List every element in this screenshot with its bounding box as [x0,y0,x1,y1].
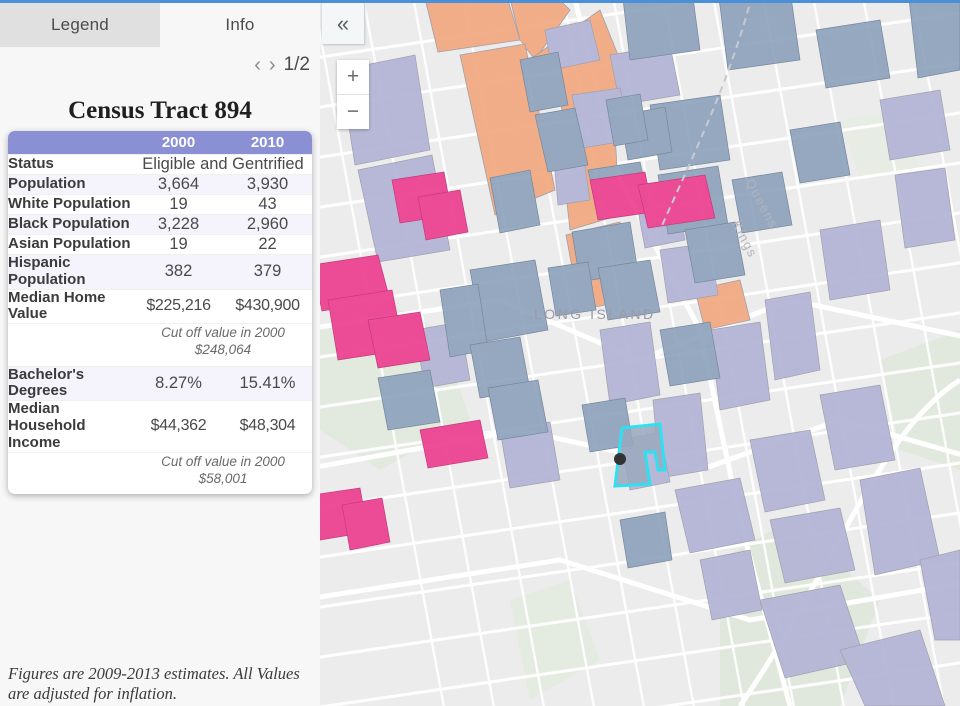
double-chevron-left-icon: « [336,10,350,36]
collapse-panel-button[interactable]: « [322,3,365,44]
zoom-in-button[interactable]: + [337,60,369,95]
table-row-median-home-value-note: Cut off value in 2000 $248,064 [8,323,312,367]
row-value-2000: 8.27% [134,365,223,401]
panel-tabs: Legend Info [0,3,320,47]
cutoff-note-value: $58,001 [198,470,248,486]
record-pager: ‹ › 1/2 [0,50,310,80]
zoom-out-button[interactable]: − [337,95,369,129]
footnote: Figures are 2009-2013 estimates. All Val… [8,664,300,704]
map-view[interactable]: LONG ISLAND Queens Kings [320,0,960,706]
tab-legend-label: Legend [51,15,109,34]
top-accent-bar [0,0,960,3]
column-header-2000: 2000 [134,131,223,155]
row-value-2010: $430,900 [223,288,312,324]
row-label: Asian Population [8,234,134,255]
table-row-median-home-value: Median Home Value $225,216 $430,900 [8,288,312,324]
table-row-population: Population 3,664 3,930 [8,174,312,195]
row-value-2010: $48,304 [223,400,312,453]
tab-info[interactable]: Info [160,3,320,47]
pager-count: 1/2 [283,54,310,75]
cutoff-note-label: Cut off value in 2000 [161,453,285,469]
census-stats-table: 2000 2010 Status Eligible and Gentrified… [8,131,312,494]
row-label: Bachelor's Degrees [8,365,134,401]
cutoff-note-label: Cut off value in 2000 [161,325,285,341]
row-label: Median Household Income [8,400,134,453]
row-value-merged: Eligible and Gentrified [134,154,312,175]
info-panel: Legend Info ‹ › 1/2 Census Tract 894 200… [0,0,320,706]
tab-legend[interactable]: Legend [0,3,160,47]
row-value-2000: $225,216 [134,288,223,324]
table-row-bachelors-degrees: Bachelor's Degrees 8.27% 15.41% [8,365,312,401]
column-header-2010: 2010 [223,131,312,155]
table-row-median-household-income: Median Household Income $44,362 $48,304 [8,400,312,453]
zoom-controls[interactable]: + − [337,60,369,129]
page-title: Census Tract 894 [68,97,252,124]
table-row-white-population: White Population 19 43 [8,194,312,215]
row-value-2000: 382 [134,254,223,290]
row-value-2010: 2,960 [223,214,312,235]
table-row-asian-population: Asian Population 19 22 [8,234,312,255]
chevron-right-icon[interactable]: › [267,55,278,75]
table-row-black-population: Black Population 3,228 2,960 [8,214,312,235]
row-label: Black Population [8,214,134,235]
cutoff-note-value: $248,064 [194,342,252,358]
row-label: Population [8,174,134,195]
row-value-2010: 43 [223,194,312,215]
table-header-row: 2000 2010 [8,131,312,155]
map-canvas[interactable] [320,0,960,706]
app-root: LONG ISLAND Queens Kings « + − Legend In… [0,0,960,706]
row-label: Status [8,154,134,175]
row-value-2000: 19 [134,194,223,215]
row-value-2010: 379 [223,254,312,290]
row-value-2000: 3,664 [134,174,223,195]
chevron-left-icon[interactable]: ‹ [252,55,263,75]
row-label: Median Home Value [8,288,134,324]
row-value-2010: 15.41% [223,365,312,401]
column-header-metric [8,131,134,155]
row-label: White Population [8,194,134,215]
table-row-hispanic-population: Hispanic Population 382 379 [8,254,312,290]
table-row-status: Status Eligible and Gentrified [8,154,312,175]
row-label: Hispanic Population [8,254,134,290]
tab-info-label: Info [225,15,255,34]
row-value-2000: $44,362 [134,400,223,453]
census-stats-card: 2000 2010 Status Eligible and Gentrified… [8,131,312,494]
row-value-2000: 3,228 [134,214,223,235]
row-value-2000: 19 [134,234,223,255]
location-marker [614,453,626,465]
row-value-2010: 22 [223,234,312,255]
table-row-median-household-income-note: Cut off value in 2000 $58,001 [8,451,312,494]
row-value-2010: 3,930 [223,174,312,195]
